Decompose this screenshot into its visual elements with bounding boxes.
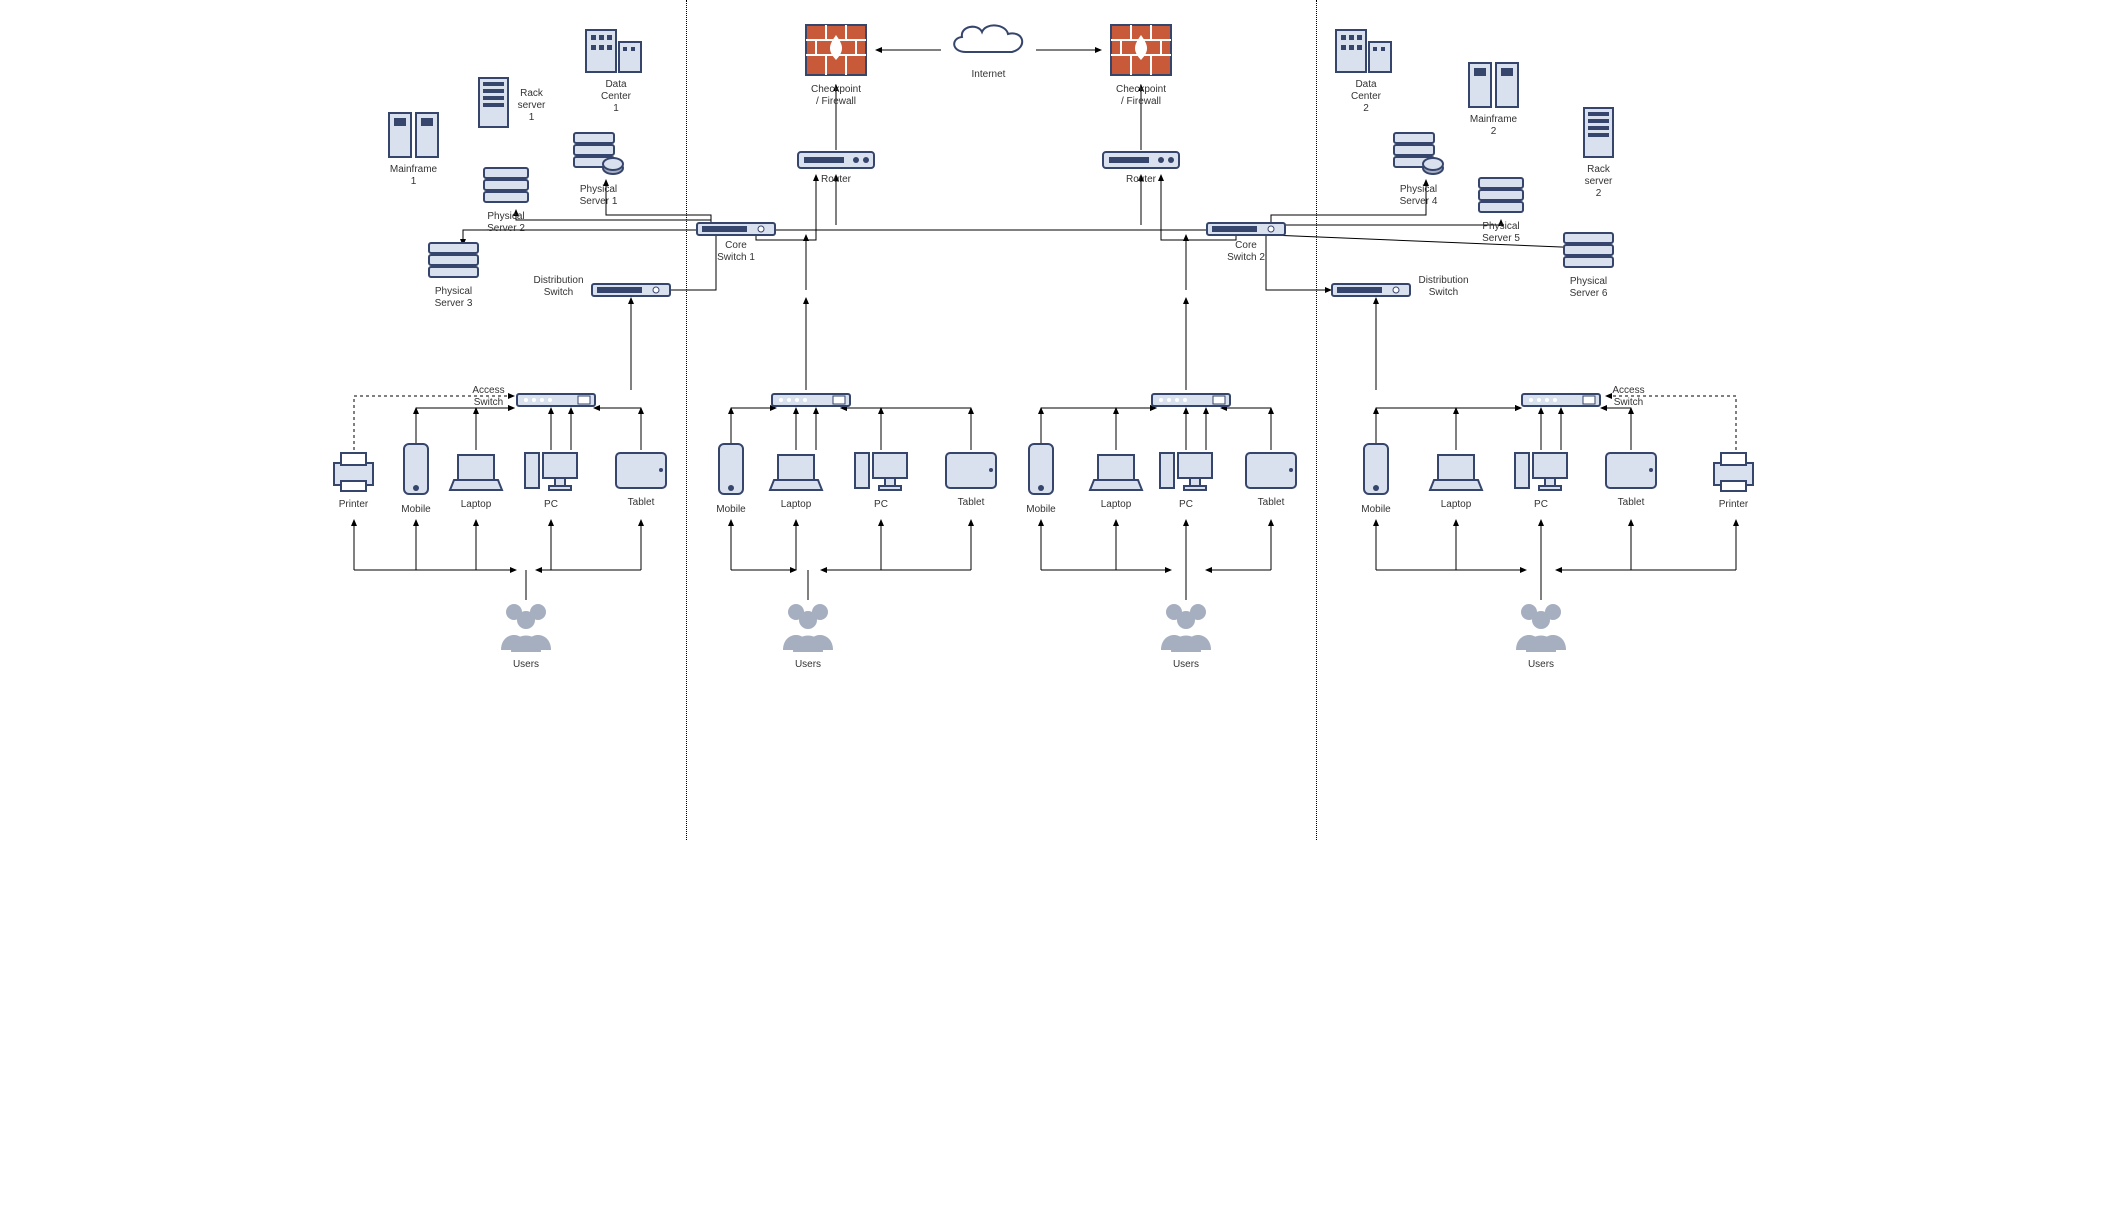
ps1-label: Physical Server 1 [571,184,626,208]
pc-4: PC [1511,445,1571,511]
network-diagram: Internet Checkpoint / Firewall Checkpoin… [316,0,1796,840]
ps5-label: Physical Server 5 [1476,221,1526,245]
users-1: Users [496,600,556,671]
ps3-label: Physical Server 3 [426,286,481,310]
core-switch-1-label: Core Switch 1 [696,240,776,264]
access-switch-2 [771,393,851,407]
users-4: Users [1511,600,1571,671]
laptop-1: Laptop [446,450,506,511]
pc-1: PC [521,445,581,511]
divider-2 [1316,0,1317,840]
ps4-label: Physical Server 4 [1391,184,1446,208]
laptop-2: Laptop [766,450,826,511]
mobile-4: Mobile [1356,440,1396,516]
core-switch-2: Core Switch 2 [1206,222,1286,264]
ps2-label: Physical Server 2 [481,211,531,235]
mobile-3: Mobile [1021,440,1061,516]
rack-server-2: Rack server 2 [1581,105,1616,200]
internet-label: Internet [946,69,1031,81]
mobile-2: Mobile [711,440,751,516]
pc-2: PC [851,445,911,511]
router-left: Router [796,150,876,186]
rack1-label: Rack server 1 [514,88,549,124]
firewall-right: Checkpoint / Firewall [1106,20,1176,108]
data-center-1: Data Center 1 [581,20,651,115]
dist-switch-right [1331,283,1411,297]
physical-server-4: Physical Server 4 [1391,130,1446,208]
pc-3: PC [1156,445,1216,511]
tablet-1: Tablet [611,448,671,509]
tablet-3: Tablet [1241,448,1301,509]
data-center-2: Data Center 2 [1331,20,1401,115]
tablet-2: Tablet [941,448,1001,509]
tablet-4: Tablet [1601,448,1661,509]
users-3: Users [1156,600,1216,671]
dist-switch-left-label: Distribution Switch [531,275,586,299]
internet-cloud: Internet [946,20,1031,81]
mainframe-2: Mainframe 2 [1466,60,1521,138]
connection-lines [316,0,1796,840]
printer-1: Printer [326,445,381,511]
firewall-left-label: Checkpoint / Firewall [801,84,871,108]
laptop-3: Laptop [1086,450,1146,511]
mf2-label: Mainframe 2 [1466,114,1521,138]
dist-switch-left [591,283,671,297]
rack2-label: Rack server 2 [1581,164,1616,200]
access-switch-1-label: Access Switch [466,385,511,409]
users-2: Users [778,600,838,671]
physical-server-1: Physical Server 1 [571,130,626,208]
router-right-label: Router [1101,174,1181,186]
firewall-right-label: Checkpoint / Firewall [1106,84,1176,108]
router-left-label: Router [796,174,876,186]
physical-server-6: Physical Server 6 [1561,230,1616,300]
divider-1 [686,0,687,840]
router-right: Router [1101,150,1181,186]
firewall-left: Checkpoint / Firewall [801,20,871,108]
mf1-label: Mainframe 1 [386,164,441,188]
mainframe-1: Mainframe 1 [386,110,441,188]
access-switch-4 [1521,393,1601,407]
physical-server-2: Physical Server 2 [481,165,531,235]
access-switch-3 [1151,393,1231,407]
access-switch-4-label: Access Switch [1606,385,1651,409]
dc2-label: Data Center 2 [1331,79,1401,115]
physical-server-3: Physical Server 3 [426,240,481,310]
core-switch-2-label: Core Switch 2 [1206,240,1286,264]
laptop-4: Laptop [1426,450,1486,511]
dc1-label: Data Center 1 [581,79,651,115]
mobile-1: Mobile [396,440,436,516]
ps6-label: Physical Server 6 [1561,276,1616,300]
printer-4: Printer [1706,445,1761,511]
physical-server-5: Physical Server 5 [1476,175,1526,245]
access-switch-1 [516,393,596,407]
rack-server-1 [476,75,511,130]
core-switch-1: Core Switch 1 [696,222,776,264]
dist-switch-right-label: Distribution Switch [1416,275,1471,299]
